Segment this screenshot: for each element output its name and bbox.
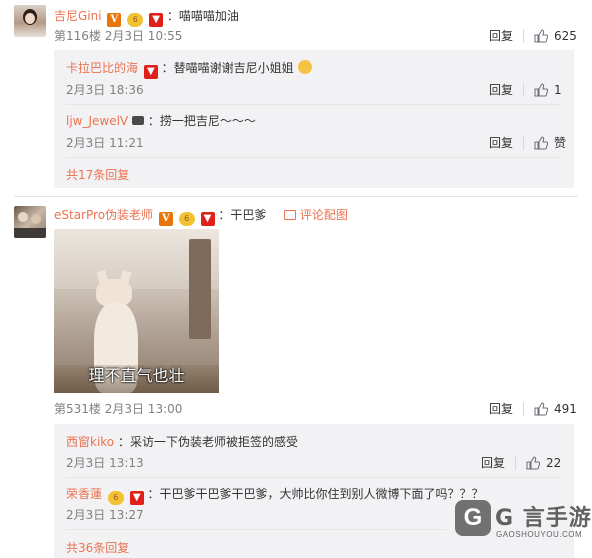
picture-icon [284, 210, 297, 220]
like-count: 625 [554, 28, 577, 43]
reply-item: 卡拉巴比的海 ▼ ：替喵喵谢谢吉尼小姐姐 [66, 59, 312, 79]
more-replies-link[interactable]: 共36条回复 [66, 539, 129, 556]
sub-replies: 卡拉巴比的海 ▼ ：替喵喵谢谢吉尼小姐姐 2月3日 18:36 回复 1 ljw… [54, 50, 574, 188]
vip-icon: 6 [178, 212, 195, 226]
vip-icon: 6 [127, 13, 144, 27]
reply-text: ：捞一把吉尼～～～ [147, 114, 256, 128]
reply-button[interactable]: 回复 [489, 27, 513, 44]
reply-text: ：替喵喵谢谢吉尼小姐姐 [161, 61, 294, 75]
logo-mark-icon: G [455, 500, 491, 536]
member-icon: ▼ [200, 212, 215, 226]
reply-item: ljw_JewelV ：捞一把吉尼～～～ [66, 112, 256, 129]
watermark-url: GAOSHOUYOU.COM [496, 530, 583, 539]
reply-time: 2月3日 13:27 [66, 508, 144, 522]
reply-text: ：采访一下伪装老师被拒签的感受 [117, 435, 298, 449]
username-link[interactable]: ljw_JewelV [66, 114, 128, 128]
divider [523, 82, 525, 97]
reply-item: 荣香蓮 6 ▼ ：干巴爹干巴爹干巴爹，大帅比你住到别人微博下面了吗？？？ [66, 485, 484, 505]
username-link[interactable]: 卡拉巴比的海 [66, 61, 138, 75]
comment-header: 吉尼Gini V 6 ▼ ：喵喵喵加油 [54, 7, 239, 27]
watermark-logo: G G 言手游 GAOSHOUYOU.COM [455, 498, 591, 548]
member-icon: ▼ [129, 491, 144, 505]
reply-time: 2月3日 13:13 [66, 456, 144, 470]
grad-cap-icon [131, 116, 144, 125]
vip-icon: 6 [107, 491, 124, 505]
image-caption: 理不直气也壮 [88, 366, 185, 385]
like-button[interactable]: 1 [534, 83, 562, 97]
username-link[interactable]: 荣香蓮 [66, 487, 102, 501]
comment-text: ：干巴爹 [218, 208, 267, 222]
divider [66, 529, 446, 530]
comment-image[interactable]: 理不直气也壮 [54, 229, 219, 393]
like-button[interactable]: 22 [526, 456, 561, 470]
more-replies-link[interactable]: 共17条回复 [66, 166, 129, 183]
divider [66, 104, 562, 105]
comment-text: ：喵喵喵加油 [166, 9, 239, 23]
reply-time: 2月3日 18:36 [66, 83, 144, 97]
watermark-name: G 言手游 [495, 506, 592, 531]
reply-button[interactable]: 回复 [489, 81, 513, 98]
comment-divider [14, 196, 578, 197]
emoji-icon [297, 60, 312, 74]
divider [66, 157, 562, 158]
reply-button[interactable]: 回复 [489, 134, 513, 151]
comment-floor-time: 第116楼 2月3日 10:55 [54, 29, 183, 43]
reply-button[interactable]: 回复 [489, 400, 513, 417]
reply-actions: 回复 22 [481, 454, 561, 471]
reply-time: 2月3日 11:21 [66, 136, 144, 150]
divider [66, 477, 562, 478]
like-button[interactable]: 赞 [534, 134, 566, 151]
like-count: 1 [554, 82, 562, 97]
verified-icon: V [158, 212, 173, 226]
comment-actions: 回复 491 [489, 400, 577, 417]
thumbs-up-icon [534, 401, 549, 415]
divider [523, 135, 525, 150]
comment-picture-link[interactable]: 评论配图 [300, 208, 348, 222]
thumbs-up-icon [534, 28, 549, 42]
avatar[interactable] [14, 206, 46, 238]
username-link[interactable]: eStarPro伪装老师 [54, 208, 153, 222]
comment-header: eStarPro伪装老师 V 6 ▼ ：干巴爹 评论配图 [54, 206, 348, 226]
comment-actions: 回复 625 [489, 27, 577, 44]
like-button[interactable]: 625 [534, 29, 577, 43]
reply-actions: 回复 赞 [489, 134, 566, 151]
avatar[interactable] [14, 5, 46, 37]
thumbs-up-icon [534, 135, 549, 149]
username-link[interactable]: 吉尼Gini [54, 9, 102, 23]
comment-floor-time: 第531楼 2月3日 13:00 [54, 402, 183, 416]
like-count: 491 [554, 401, 577, 416]
thumbs-up-icon [526, 455, 541, 469]
like-label: 赞 [554, 136, 567, 150]
member-icon: ▼ [149, 13, 164, 27]
verified-icon: V [107, 13, 122, 27]
like-button[interactable]: 491 [534, 402, 577, 416]
reply-item: 西窗kiko ：采访一下伪装老师被拒签的感受 [66, 433, 298, 450]
reply-button[interactable]: 回复 [481, 454, 505, 471]
divider [523, 28, 525, 43]
divider [523, 401, 525, 416]
thumbs-up-icon [534, 82, 549, 96]
divider [515, 455, 517, 470]
like-count: 22 [546, 455, 562, 470]
member-icon: ▼ [143, 65, 158, 79]
reply-text: ：干巴爹干巴爹干巴爹，大帅比你住到别人微博下面了吗？？？ [147, 487, 484, 501]
reply-actions: 回复 1 [489, 81, 562, 98]
username-link[interactable]: 西窗kiko [66, 435, 114, 449]
